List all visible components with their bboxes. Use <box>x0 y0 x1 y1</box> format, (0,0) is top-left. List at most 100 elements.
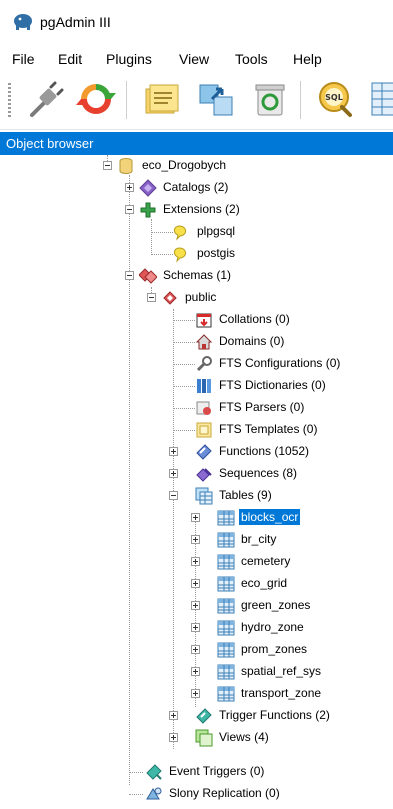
table-icon <box>217 663 235 681</box>
table-icon <box>217 575 235 593</box>
toolbar-separator <box>126 81 127 119</box>
menu-view[interactable]: View <box>179 50 209 68</box>
table-row[interactable]: transport_zone <box>0 683 393 703</box>
collapse-toggle[interactable] <box>125 205 134 214</box>
expand-toggle[interactable] <box>169 711 178 720</box>
fts-parsers-label: FTS Parsers (0) <box>219 400 305 414</box>
slony-replication-label: Slony Replication (0) <box>169 786 280 800</box>
menu-tools[interactable]: Tools <box>235 50 268 68</box>
expand-toggle[interactable] <box>191 513 200 522</box>
tree-node-schemas[interactable]: Schemas (1) <box>0 265 393 285</box>
menu-plugins[interactable]: Plugins <box>106 50 152 68</box>
database-label: eco_Drogobych <box>142 158 227 172</box>
expand-toggle[interactable] <box>191 535 200 544</box>
table-row[interactable]: blocks_ocr <box>0 507 393 527</box>
delete-icon[interactable] <box>248 77 292 121</box>
tree-node-domains[interactable]: Domains (0) <box>0 331 393 351</box>
tree-node-catalogs[interactable]: Catalogs (2) <box>0 177 393 197</box>
table-icon <box>217 685 235 703</box>
schema-icon <box>161 289 179 307</box>
properties-icon[interactable] <box>140 77 184 121</box>
extensions-icon <box>139 201 157 219</box>
table-row[interactable]: spatial_ref_sys <box>0 661 393 681</box>
view-data-icon[interactable] <box>366 77 393 121</box>
table-label: hydro_zone <box>241 620 304 634</box>
svg-text:SQL: SQL <box>325 93 343 102</box>
domains-label: Domains (0) <box>219 334 285 348</box>
tree-node-fts-dictionaries[interactable]: FTS Dictionaries (0) <box>0 375 393 395</box>
expand-toggle[interactable] <box>125 183 134 192</box>
expand-toggle[interactable] <box>191 557 200 566</box>
expand-toggle[interactable] <box>169 447 178 456</box>
expand-toggle[interactable] <box>169 733 178 742</box>
schemas-label: Schemas (1) <box>163 268 232 282</box>
menu-help[interactable]: Help <box>293 50 322 68</box>
extension-item-icon <box>173 223 191 241</box>
create-object-icon[interactable] <box>194 77 238 121</box>
expand-toggle[interactable] <box>191 579 200 588</box>
collapse-toggle[interactable] <box>169 491 178 500</box>
tree-node-trigger-functions[interactable]: Trigger Functions (2) <box>0 705 393 725</box>
database-icon <box>117 157 135 175</box>
extension-item-icon <box>173 245 191 263</box>
toolbar-grip[interactable] <box>8 83 11 117</box>
collapse-toggle[interactable] <box>103 161 112 170</box>
tree-node-sequences[interactable]: Sequences (8) <box>0 463 393 483</box>
tree-node-extension-postgis[interactable]: postgis <box>0 243 393 263</box>
fts-dictionaries-label: FTS Dictionaries (0) <box>219 378 326 392</box>
tree-node-database[interactable]: eco_Drogobych <box>0 155 393 175</box>
tree-node-functions[interactable]: Functions (1052) <box>0 441 393 461</box>
fts-configurations-label: FTS Configurations (0) <box>219 356 341 370</box>
connect-icon[interactable] <box>24 77 68 121</box>
refresh-icon[interactable] <box>74 77 118 121</box>
table-label: cemetery <box>241 554 291 568</box>
object-browser-tree[interactable]: eco_Drogobych Catalogs (2) Extensions (2… <box>0 155 393 809</box>
tree-node-collations[interactable]: Collations (0) <box>0 309 393 329</box>
table-row[interactable]: prom_zones <box>0 639 393 659</box>
table-row[interactable]: green_zones <box>0 595 393 615</box>
expand-toggle[interactable] <box>191 623 200 632</box>
table-row[interactable]: cemetery <box>0 551 393 571</box>
table-row[interactable]: eco_grid <box>0 573 393 593</box>
tree-node-slony-replication[interactable]: Slony Replication (0) <box>0 783 393 803</box>
tables-icon <box>195 487 213 505</box>
table-row[interactable]: br_city <box>0 529 393 549</box>
menu-edit[interactable]: Edit <box>58 50 82 68</box>
tree-node-tables[interactable]: Tables (9) <box>0 485 393 505</box>
expand-toggle[interactable] <box>191 645 200 654</box>
schemas-icon <box>139 267 157 285</box>
tree-node-views[interactable]: Views (4) <box>0 727 393 747</box>
table-icon <box>217 641 235 659</box>
fts-dictionaries-icon <box>195 377 213 395</box>
table-row[interactable]: hydro_zone <box>0 617 393 637</box>
menu-file[interactable]: File <box>12 50 35 68</box>
tree-node-fts-configurations[interactable]: FTS Configurations (0) <box>0 353 393 373</box>
fts-parsers-icon <box>195 399 213 417</box>
functions-label: Functions (1052) <box>219 444 310 458</box>
extensions-label: Extensions (2) <box>163 202 240 216</box>
views-icon <box>195 729 213 747</box>
tree-node-fts-templates[interactable]: FTS Templates (0) <box>0 419 393 439</box>
table-label: prom_zones <box>241 642 308 656</box>
table-label: br_city <box>241 532 277 546</box>
trigger-functions-icon <box>195 707 213 725</box>
tree-node-fts-parsers[interactable]: FTS Parsers (0) <box>0 397 393 417</box>
expand-toggle[interactable] <box>191 667 200 676</box>
table-label: green_zones <box>241 598 311 612</box>
expand-toggle[interactable] <box>191 601 200 610</box>
collapse-toggle[interactable] <box>125 271 134 280</box>
event-triggers-label: Event Triggers (0) <box>169 764 265 778</box>
table-icon <box>217 619 235 637</box>
tree-node-schema-public[interactable]: public <box>0 287 393 307</box>
tree-node-extension-plpgsql[interactable]: plpgsql <box>0 221 393 241</box>
toolbar-separator <box>300 81 301 119</box>
tree-node-extensions[interactable]: Extensions (2) <box>0 199 393 219</box>
table-label: blocks_ocr <box>239 509 301 525</box>
tree-node-event-triggers[interactable]: Event Triggers (0) <box>0 761 393 781</box>
table-icon <box>217 553 235 571</box>
collapse-toggle[interactable] <box>147 293 156 302</box>
expand-toggle[interactable] <box>191 689 200 698</box>
sql-query-icon[interactable]: SQL <box>312 77 356 121</box>
app-title: pgAdmin III <box>40 14 111 30</box>
expand-toggle[interactable] <box>169 469 178 478</box>
